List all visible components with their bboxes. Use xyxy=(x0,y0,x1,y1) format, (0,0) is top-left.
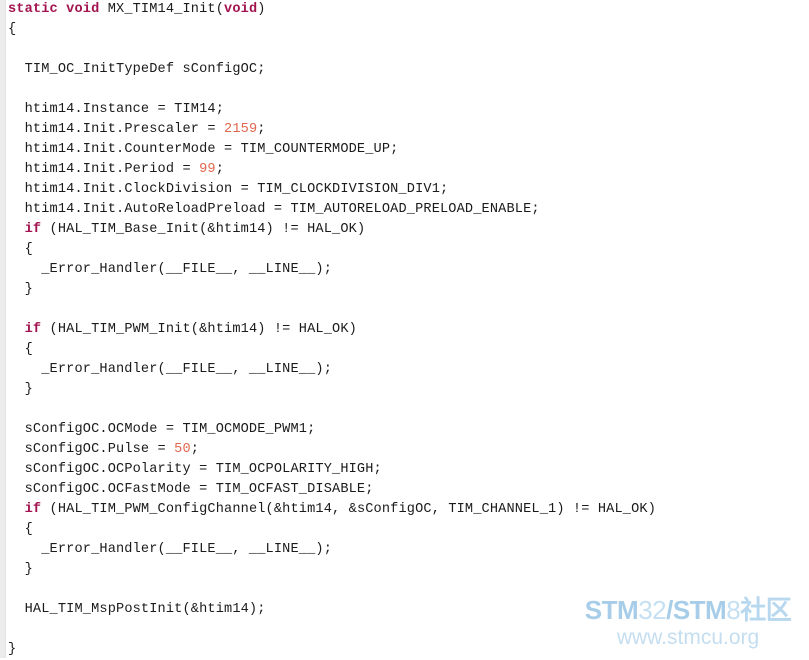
code-line[interactable]: { xyxy=(8,520,798,540)
code-text: HAL_TIM_MspPostInit(&htim14); xyxy=(24,602,266,617)
code-line[interactable]: } xyxy=(8,560,798,580)
code-line[interactable]: if (HAL_TIM_PWM_ConfigChannel(&htim14, &… xyxy=(8,500,798,520)
code-line[interactable]: } xyxy=(8,380,798,400)
code-line[interactable]: sConfigOC.Pulse = 50; xyxy=(8,440,798,460)
code-text: MX_TIM14_Init( xyxy=(99,2,225,17)
code-text: htim14.Instance = TIM14; xyxy=(24,102,225,117)
code-number: 99 xyxy=(199,162,216,177)
code-line[interactable]: sConfigOC.OCPolarity = TIM_OCPOLARITY_HI… xyxy=(8,460,798,480)
code-line[interactable]: if (HAL_TIM_PWM_Init(&htim14) != HAL_OK) xyxy=(8,320,798,340)
code-line[interactable] xyxy=(8,40,798,60)
code-line[interactable]: } xyxy=(8,640,798,660)
code-text: ) xyxy=(257,2,266,17)
code-line[interactable]: sConfigOC.OCMode = TIM_OCMODE_PWM1; xyxy=(8,420,798,440)
code-text: htim14.Init.ClockDivision = TIM_CLOCKDIV… xyxy=(24,182,449,197)
code-line[interactable]: static void MX_TIM14_Init(void) xyxy=(8,0,798,20)
code-text: { xyxy=(8,22,17,37)
code-keyword: if xyxy=(24,502,42,517)
code-text: _Error_Handler(__FILE__, __LINE__); xyxy=(41,542,332,557)
code-text: ; xyxy=(215,162,225,177)
code-text: htim14.Init.Prescaler = xyxy=(24,122,225,137)
code-line[interactable]: htim14.Init.AutoReloadPreload = TIM_AUTO… xyxy=(8,200,798,220)
code-text: htim14.Init.CounterMode = TIM_COUNTERMOD… xyxy=(24,142,399,157)
code-text: _Error_Handler(__FILE__, __LINE__); xyxy=(41,362,332,377)
code-text: } xyxy=(24,562,33,577)
code-text: { xyxy=(24,522,33,537)
code-line[interactable]: { xyxy=(8,340,798,360)
code-line[interactable]: { xyxy=(8,20,798,40)
code-keyword: static void xyxy=(8,2,100,17)
code-line[interactable]: htim14.Init.Period = 99; xyxy=(8,160,798,180)
code-line[interactable] xyxy=(8,400,798,420)
code-text: { xyxy=(24,342,33,357)
code-line[interactable]: if (HAL_TIM_Base_Init(&htim14) != HAL_OK… xyxy=(8,220,798,240)
code-text: ; xyxy=(257,122,266,137)
code-text: sConfigOC.Pulse = xyxy=(24,442,175,457)
code-line[interactable] xyxy=(8,80,798,100)
code-text: TIM_OC_InitTypeDef sConfigOC; xyxy=(24,62,266,77)
code-text: htim14.Init.Period = xyxy=(24,162,200,177)
code-text: htim14.Init.AutoReloadPreload = TIM_AUTO… xyxy=(24,202,540,217)
code-line[interactable] xyxy=(8,580,798,600)
code-text: } xyxy=(8,642,17,657)
code-line[interactable]: HAL_TIM_MspPostInit(&htim14); xyxy=(8,600,798,620)
code-text: sConfigOC.OCPolarity = TIM_OCPOLARITY_HI… xyxy=(24,462,382,477)
code-line[interactable]: _Error_Handler(__FILE__, __LINE__); xyxy=(8,360,798,380)
code-line[interactable]: htim14.Init.CounterMode = TIM_COUNTERMOD… xyxy=(8,140,798,160)
code-text: } xyxy=(24,382,33,397)
editor-gutter xyxy=(0,0,6,658)
code-text: ; xyxy=(190,442,200,457)
code-text: { xyxy=(24,242,33,257)
code-line[interactable]: _Error_Handler(__FILE__, __LINE__); xyxy=(8,260,798,280)
code-line[interactable] xyxy=(8,300,798,320)
code-text: sConfigOC.OCFastMode = TIM_OCFAST_DISABL… xyxy=(24,482,374,497)
code-text: (HAL_TIM_PWM_ConfigChannel(&htim14, &sCo… xyxy=(41,502,657,517)
code-text: (HAL_TIM_Base_Init(&htim14) != HAL_OK) xyxy=(41,222,366,237)
code-line[interactable] xyxy=(8,620,798,640)
code-line[interactable]: } xyxy=(8,280,798,300)
code-keyword: if xyxy=(24,322,42,337)
code-line[interactable]: { xyxy=(8,240,798,260)
code-viewer: static void MX_TIM14_Init(void) { TIM_OC_… xyxy=(0,0,809,658)
code-number: 50 xyxy=(174,442,191,457)
code-text: (HAL_TIM_PWM_Init(&htim14) != HAL_OK) xyxy=(41,322,357,337)
code-line[interactable]: sConfigOC.OCFastMode = TIM_OCFAST_DISABL… xyxy=(8,480,798,500)
code-line[interactable]: htim14.Init.ClockDivision = TIM_CLOCKDIV… xyxy=(8,180,798,200)
code-text: _Error_Handler(__FILE__, __LINE__); xyxy=(41,262,332,277)
code-listing[interactable]: static void MX_TIM14_Init(void) { TIM_OC_… xyxy=(8,0,798,660)
code-number: 2159 xyxy=(224,122,258,137)
code-text: } xyxy=(24,282,33,297)
code-keyword: if xyxy=(24,222,42,237)
code-line[interactable]: htim14.Init.Prescaler = 2159; xyxy=(8,120,798,140)
code-keyword: void xyxy=(224,2,258,17)
code-text: sConfigOC.OCMode = TIM_OCMODE_PWM1; xyxy=(24,422,316,437)
code-line[interactable]: TIM_OC_InitTypeDef sConfigOC; xyxy=(8,60,798,80)
code-line[interactable]: htim14.Instance = TIM14; xyxy=(8,100,798,120)
code-line[interactable]: _Error_Handler(__FILE__, __LINE__); xyxy=(8,540,798,560)
